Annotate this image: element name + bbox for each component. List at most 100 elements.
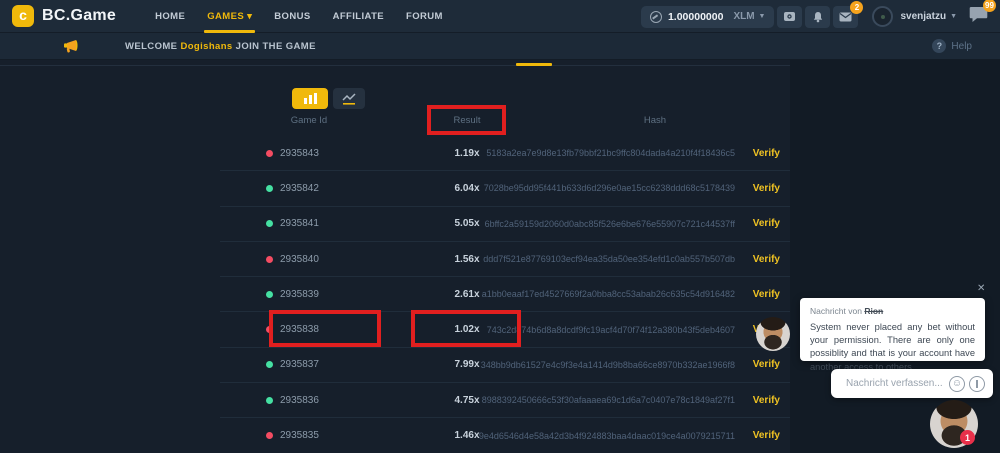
hash-value: ddd7f521e87769103ecf94ea35da50ee354efd1c… [483,242,735,276]
status-dot-green [266,291,273,298]
status-dot-green [266,361,273,368]
verify-link[interactable]: Verify [753,418,780,452]
game-id: 2935837 [280,359,319,370]
balance-amount: 1.00000000 [668,11,723,23]
balance-selector[interactable]: 1.00000000 XLM ▼ [641,6,775,28]
chat-toggle-button[interactable]: 99 [969,6,988,28]
verify-link[interactable]: Verify [753,348,780,382]
nav-item-affiliate[interactable]: AFFILIATE [322,0,395,33]
hash-value: 9e4d6546d4e58a42d3b4f924883baa4daac019ce… [479,418,735,452]
notifications-button[interactable] [805,6,830,28]
status-dot-red [266,150,273,157]
game-id-cell[interactable]: 2935836 [266,383,319,417]
emoji-icon[interactable]: ☺ [949,376,965,392]
column-header-game-id: Game Id [269,115,349,126]
hash-value: 7028be95dd95f441b633d6d296e0ae15cc6238dd… [484,171,735,205]
game-id-cell[interactable]: 2935840 [266,242,319,276]
history-view-button[interactable] [292,88,328,109]
game-id-cell[interactable]: 2935841 [266,207,319,241]
game-id: 2935842 [280,183,319,194]
bcgame-logo-icon: c [12,5,34,27]
help-icon: ? [932,39,946,53]
megaphone-icon [62,39,79,54]
main-nav: HOMEGAMES ▾BONUSAFFILIATEFORUM [144,0,454,33]
trends-view-button[interactable] [333,88,365,109]
game-id-cell[interactable]: 2935835 [266,418,319,452]
vault-icon [783,11,796,23]
chat-from-label: Nachricht von [810,306,862,316]
game-id-cell[interactable]: 2935839 [266,277,319,311]
help-button[interactable]: ? Help [932,39,972,53]
user-chevron-down-icon[interactable]: ▼ [950,13,957,20]
nav-item-forum[interactable]: FORUM [395,0,454,33]
highlight-box-result-1-02x [411,310,521,347]
balance-currency: XLM [733,11,754,22]
game-id-cell[interactable]: 2935842 [266,171,319,205]
verify-link[interactable]: Verify [753,383,780,417]
active-tab-indicator [516,63,552,66]
close-icon[interactable]: ✕ [977,283,985,294]
welcome-suffix: JOIN THE GAME [236,41,316,52]
user-avatar[interactable] [872,6,893,27]
chat-badge: 99 [983,0,996,12]
verify-link[interactable]: Verify [753,277,780,311]
table-row: 29358351.46x9e4d6546d4e58a42d3b4f924883b… [220,418,790,453]
status-dot-green [266,397,273,404]
chat-message-input[interactable] [846,378,945,389]
mail-badge: 2 [850,1,863,14]
welcome-banner: WELCOME Dogishans JOIN THE GAME ? Help [0,33,1000,60]
verify-link[interactable]: Verify [753,171,780,205]
vault-button[interactable] [777,6,802,28]
game-id-cell[interactable]: 2935837 [266,348,319,382]
bar-chart-icon [303,93,318,104]
welcome-message: WELCOME Dogishans JOIN THE GAME [125,41,316,52]
info-icon[interactable] [969,376,985,392]
verify-link[interactable]: Verify [753,207,780,241]
coin-icon [650,11,662,23]
table-row: 29358426.04x7028be95dd95f441b633d6d296e0… [220,171,790,206]
table-row: 29358415.05x6bffc2a59159d2060d0abc85f526… [220,207,790,242]
status-dot-red [266,432,273,439]
table-row: 29358364.75x8988392450666c53f30afaaaea69… [220,383,790,418]
game-id: 2935835 [280,430,319,441]
hash-value: 348bb9db61527e4c9f3e4a1414d9b8ba66ce8970… [481,348,735,382]
nav-item-games[interactable]: GAMES ▾ [196,0,263,33]
game-id: 2935841 [280,218,319,229]
welcome-prefix: WELCOME [125,41,177,52]
column-header-hash: Hash [615,115,695,126]
highlight-box-result-header [427,105,506,135]
top-bar: c BC.Game HOMEGAMES ▾BONUSAFFILIATEFORUM… [0,0,1000,33]
username[interactable]: svenjatzu [900,11,946,22]
messages-button[interactable]: 2 [833,6,858,28]
bets-table-body: 29358431.19x5183a2ea7e9d8e13fb79bbf21bc9… [220,136,790,453]
chat-avatar-badge: 1 [960,430,975,445]
chevron-down-icon: ▼ [759,13,766,20]
welcome-username: Dogishans [180,41,232,52]
mail-icon [839,12,852,22]
chat-sender-name[interactable]: Rion [864,306,883,316]
brand-logo[interactable]: c BC.Game [12,5,116,27]
hash-value: 5183a2ea7e9d8e13fb79bbf21bc9ffc804dada4a… [486,136,735,170]
nav-item-home[interactable]: HOME [144,0,196,33]
table-row: 29358377.99x348bb9db61527e4c9f3e4a1414d9… [220,348,790,383]
game-id: 2935843 [280,148,319,159]
table-row: 29358392.61xa1bb0eaaf17ed4527669f2a0bba8… [220,277,790,312]
game-id: 2935839 [280,289,319,300]
chat-sender-avatar[interactable] [756,317,790,351]
chat-message-card: Nachricht von Rion System never placed a… [800,298,985,361]
help-label: Help [951,41,972,52]
table-row: 29358401.56xddd7f521e87769103ecf94ea35da… [220,242,790,277]
chat-message-text: System never placed any bet without your… [810,321,975,374]
highlight-box-game-id-2935838 [269,310,381,347]
game-id-cell[interactable]: 2935843 [266,136,319,170]
chat-message-meta: Nachricht von Rion [810,306,975,316]
status-dot-green [266,220,273,227]
nav-item-bonus[interactable]: BONUS [263,0,321,33]
game-id: 2935840 [280,254,319,265]
verify-link[interactable]: Verify [753,242,780,276]
game-id: 2935836 [280,395,319,406]
bell-icon [812,11,824,23]
status-dot-red [266,256,273,263]
hash-value: 743c2d874b6d8a8dcdf9fc19acf4d70f74f12a38… [487,312,735,346]
verify-link[interactable]: Verify [753,136,780,170]
